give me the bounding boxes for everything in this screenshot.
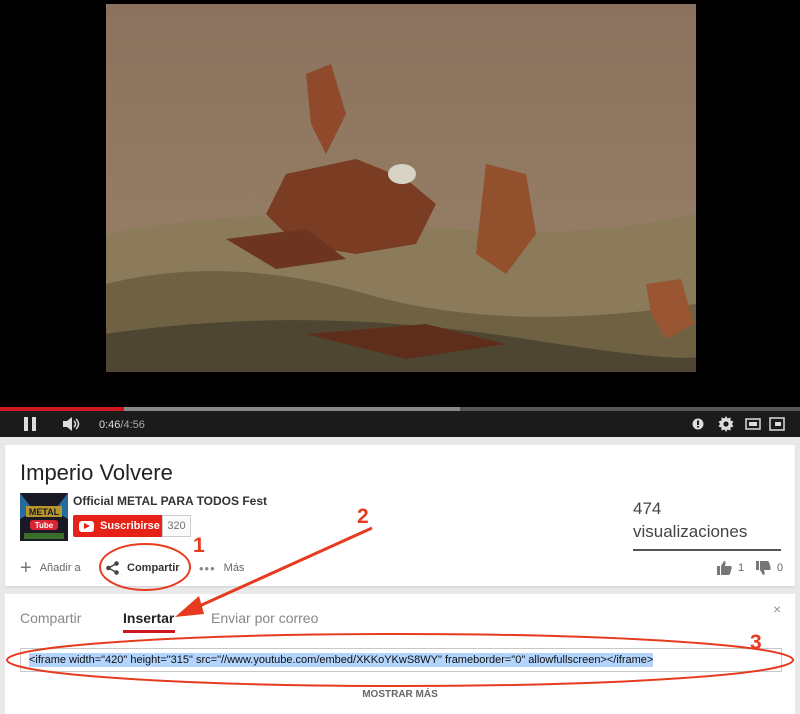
tab-email[interactable]: Enviar por correo [211, 610, 318, 626]
annotations-icon[interactable] [691, 415, 705, 433]
like-ratio-fill [633, 549, 781, 551]
view-count-label: visualizaciones [633, 522, 748, 541]
channel-name[interactable]: Official METAL PARA TODOS Fest [73, 494, 267, 508]
gear-icon[interactable] [717, 415, 735, 433]
subscribe-label: Suscribirse [100, 520, 160, 532]
annotation-number-2: 2 [357, 505, 369, 528]
more-dots-icon: ••• [199, 560, 216, 576]
theater-size-icon[interactable] [744, 415, 762, 433]
share-icon [106, 561, 119, 575]
add-to-button[interactable]: + Añadir a [20, 558, 81, 578]
dislike-button[interactable]: 0 [756, 558, 783, 578]
video-frame[interactable] [106, 4, 696, 372]
avatar-text-bottom: Tube [35, 521, 54, 530]
close-icon[interactable]: × [773, 601, 781, 617]
youtube-play-icon [79, 520, 94, 532]
embed-code-field[interactable]: <iframe width="420" height="315" src="//… [20, 648, 782, 672]
more-label: Más [223, 562, 245, 574]
video-title: Imperio Volvere [20, 460, 173, 485]
active-tab-indicator [123, 630, 175, 633]
duration: 4:56 [123, 419, 145, 431]
subscriber-count: 320 [162, 515, 191, 537]
like-count: 1 [738, 562, 745, 574]
show-more-button[interactable]: MOSTRAR MÁS [5, 689, 795, 700]
video-info: Imperio Volvere METAL Tube Official META… [5, 445, 795, 586]
dislike-count: 0 [777, 562, 784, 574]
add-to-label: Añadir a [39, 562, 81, 574]
annotation-number-1: 1 [193, 534, 205, 557]
video-still-image [106, 4, 696, 372]
volume-icon[interactable] [62, 415, 82, 433]
embed-code-text: <iframe width="420" height="315" src="//… [29, 653, 654, 667]
share-label: Compartir [127, 562, 180, 574]
annotation-number-3: 3 [750, 631, 762, 654]
page: 0:46 / 4:56 Imperio Volvere METAL Tube O… [0, 0, 800, 714]
thumbs-down-icon [756, 561, 771, 575]
tab-share[interactable]: Compartir [20, 610, 81, 626]
view-count: 474 [633, 499, 662, 518]
channel-avatar[interactable]: METAL Tube [20, 493, 68, 541]
time-display: 0:46 / 4:56 [99, 416, 145, 434]
more-button[interactable]: ••• Más [199, 558, 244, 578]
player-controls: 0:46 / 4:56 [0, 411, 800, 437]
share-panel: Compartir Insertar Enviar por correo × <… [5, 594, 795, 714]
tab-embed[interactable]: Insertar [123, 610, 174, 626]
avatar-text-top: METAL [29, 507, 60, 517]
thumbs-up-icon [717, 561, 732, 575]
current-time: 0:46 [99, 419, 121, 431]
pause-icon[interactable] [22, 415, 38, 433]
like-ratio-bar [633, 549, 781, 551]
video-player[interactable]: 0:46 / 4:56 [0, 0, 800, 437]
share-button[interactable]: Compartir [106, 558, 180, 578]
subscribe-button[interactable]: Suscribirse [73, 515, 163, 537]
plus-icon: + [20, 557, 32, 579]
like-button[interactable]: 1 [717, 558, 744, 578]
fullscreen-icon[interactable] [768, 415, 786, 433]
